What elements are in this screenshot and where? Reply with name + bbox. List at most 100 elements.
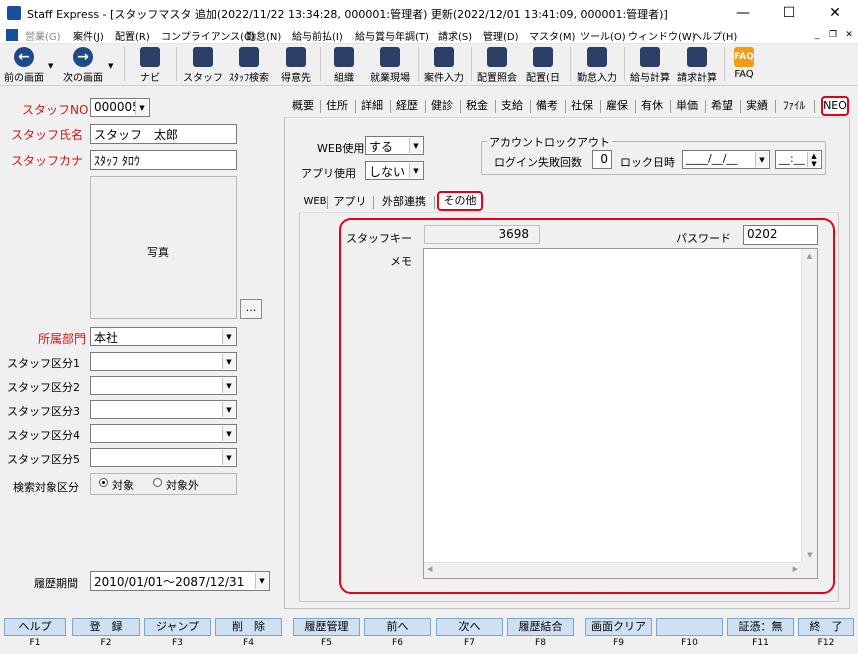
fkey-evidence-button[interactable]: 証憑：無 <box>727 618 794 636</box>
menu-window[interactable]: ウィンドウ(W) <box>628 28 696 43</box>
menu-advance-pay[interactable]: 給与前払(I) <box>292 28 343 43</box>
prev-dropdown-icon[interactable]: ▼ <box>48 62 53 70</box>
tab-address[interactable]: 住所 <box>322 97 352 115</box>
worksite-button[interactable]: 就業現場 <box>368 46 412 84</box>
history-select[interactable]: 2010/01/01～2087/12/31 ▼ <box>90 571 270 591</box>
tab-results[interactable]: 実績 <box>742 97 772 115</box>
tab-file[interactable]: ﾌｧｲﾙ <box>777 97 811 115</box>
prev-screen-button[interactable]: ← 前の画面 <box>2 46 46 84</box>
fkey-register-button[interactable]: 登 録 <box>72 618 140 636</box>
mdi-minimize-button[interactable]: _ <box>810 28 824 42</box>
menu-attendance[interactable]: 勤怠(N) <box>246 28 281 43</box>
fkey-help-button[interactable]: ヘルプ <box>4 618 66 636</box>
mdi-close-button[interactable]: ✕ <box>842 28 856 42</box>
fkey-prev-button[interactable]: 前へ <box>364 618 431 636</box>
menu-compliance[interactable]: コンプライアンス(C) <box>161 28 255 43</box>
web-use-select[interactable]: する ▼ <box>365 136 424 155</box>
staff-button[interactable]: スタッフ <box>182 46 224 84</box>
tab-detail[interactable]: 詳細 <box>357 97 387 115</box>
menu-payroll[interactable]: 給与賞与年調(T) <box>355 28 429 43</box>
fkey-delete-button[interactable]: 削 除 <box>215 618 282 636</box>
tab-neo[interactable]: NEO <box>821 96 849 116</box>
placement-day-button[interactable]: 配置(日 <box>522 46 564 84</box>
memo-horizontal-scrollbar[interactable]: ◀ ▶ <box>424 562 801 578</box>
chevron-down-icon: ▼ <box>222 354 235 369</box>
scroll-left-icon[interactable]: ◀ <box>427 565 432 573</box>
attendance-input-button[interactable]: 勤怠入力 <box>574 46 620 84</box>
scroll-down-icon[interactable]: ▼ <box>802 551 818 559</box>
staff-search-button[interactable]: ｽﾀｯﾌ検索 <box>226 46 272 84</box>
fkey-jump-button[interactable]: ジャンプ <box>144 618 211 636</box>
menu-admin[interactable]: 管理(D) <box>483 28 519 43</box>
lock-time-input[interactable]: __:__ ▲ ▼ <box>775 150 822 169</box>
arrow-right-icon: → <box>73 47 93 67</box>
menu-help[interactable]: ヘルプ(H) <box>692 28 737 43</box>
memo-textarea[interactable]: ▲ ▼ ◀ ▶ <box>423 248 818 579</box>
menu-billing[interactable]: 請求(S) <box>438 28 472 43</box>
subtab-app[interactable]: アプリ <box>330 193 370 211</box>
tab-preference[interactable]: 希望 <box>707 97 737 115</box>
radio-non-target[interactable] <box>153 478 162 487</box>
payroll-calc-button[interactable]: 給与計算 <box>628 46 672 84</box>
subtab-other[interactable]: その他 <box>437 191 483 211</box>
class2-select[interactable]: ▼ <box>90 376 237 395</box>
photo-browse-button[interactable]: ... <box>240 299 262 319</box>
menu-placement[interactable]: 配置(R) <box>115 28 150 43</box>
menu-case[interactable]: 案件(J) <box>73 28 104 43</box>
fkey-f10-button[interactable] <box>656 618 723 636</box>
fkey-f12-label: F12 <box>817 638 835 648</box>
tab-overview[interactable]: 概要 <box>288 97 318 115</box>
menu-sales[interactable]: 営業(G) <box>25 28 61 43</box>
lock-date-input[interactable]: ____/__/__ ▼ <box>682 150 770 169</box>
photo-frame[interactable]: 写真 <box>90 176 237 319</box>
class4-select[interactable]: ▼ <box>90 424 237 443</box>
next-dropdown-icon[interactable]: ▼ <box>108 62 113 70</box>
tab-tax[interactable]: 税金 <box>462 97 492 115</box>
placement-query-button[interactable]: 配置照会 <box>475 46 519 84</box>
subtab-external[interactable]: 外部連携 <box>376 193 432 211</box>
dept-select[interactable]: 本社 ▼ <box>90 327 237 346</box>
tab-health-check[interactable]: 健診 <box>427 97 457 115</box>
menu-master[interactable]: マスタ(M) <box>529 28 575 43</box>
org-button[interactable]: 組織 <box>324 46 364 84</box>
class5-select[interactable]: ▼ <box>90 448 237 467</box>
fkey-f7-label: F7 <box>464 638 475 648</box>
maximize-button[interactable]: ☐ <box>766 0 812 26</box>
mdi-restore-button[interactable]: ❐ <box>826 28 840 42</box>
staff-no-select[interactable]: 000005 ▼ <box>90 98 150 117</box>
minimize-button[interactable]: — <box>720 0 766 26</box>
login-fail-input[interactable]: 0 <box>592 150 612 169</box>
fkey-exit-button[interactable]: 終 了 <box>798 618 854 636</box>
fkey-history-merge-button[interactable]: 履歴結合 <box>507 618 574 636</box>
class1-select[interactable]: ▼ <box>90 352 237 371</box>
navi-button[interactable]: ナビ <box>130 46 170 84</box>
tab-employment-insurance[interactable]: 雇保 <box>602 97 632 115</box>
next-screen-button[interactable]: → 次の画面 <box>60 46 106 84</box>
subtab-web[interactable]: WEB <box>303 193 327 211</box>
menu-tools[interactable]: ツール(O) <box>580 28 626 43</box>
faq-button[interactable]: FAQ FAQ <box>728 46 760 84</box>
staff-kana-input[interactable]: ｽﾀｯﾌ ﾀﾛｳ <box>90 150 237 170</box>
tab-social-insurance[interactable]: 社保 <box>567 97 597 115</box>
fkey-clear-button[interactable]: 画面クリア <box>585 618 652 636</box>
tab-career[interactable]: 経歴 <box>392 97 422 115</box>
staff-name-input[interactable]: スタッフ 太郎 <box>90 124 237 144</box>
radio-target[interactable] <box>99 478 108 487</box>
tab-payment[interactable]: 支給 <box>497 97 527 115</box>
class3-select[interactable]: ▼ <box>90 400 237 419</box>
scroll-right-icon[interactable]: ▶ <box>793 565 798 573</box>
spinner-icon[interactable]: ▲ ▼ <box>807 152 820 168</box>
close-button[interactable]: ✕ <box>812 0 858 26</box>
client-button[interactable]: 得意先 <box>276 46 316 84</box>
fkey-next-button[interactable]: 次へ <box>436 618 503 636</box>
memo-vertical-scrollbar[interactable]: ▲ ▼ <box>801 249 817 562</box>
case-input-button[interactable]: 案件入力 <box>422 46 466 84</box>
password-input[interactable]: 0202 <box>743 225 818 245</box>
tab-unit-price[interactable]: 単価 <box>672 97 702 115</box>
fkey-history-button[interactable]: 履歴管理 <box>293 618 360 636</box>
tab-notes[interactable]: 備考 <box>532 97 562 115</box>
scroll-up-icon[interactable]: ▲ <box>802 252 817 260</box>
app-use-select[interactable]: しない ▼ <box>365 161 424 180</box>
billing-calc-button[interactable]: 請求計算 <box>675 46 719 84</box>
tab-paid-leave[interactable]: 有休 <box>637 97 667 115</box>
